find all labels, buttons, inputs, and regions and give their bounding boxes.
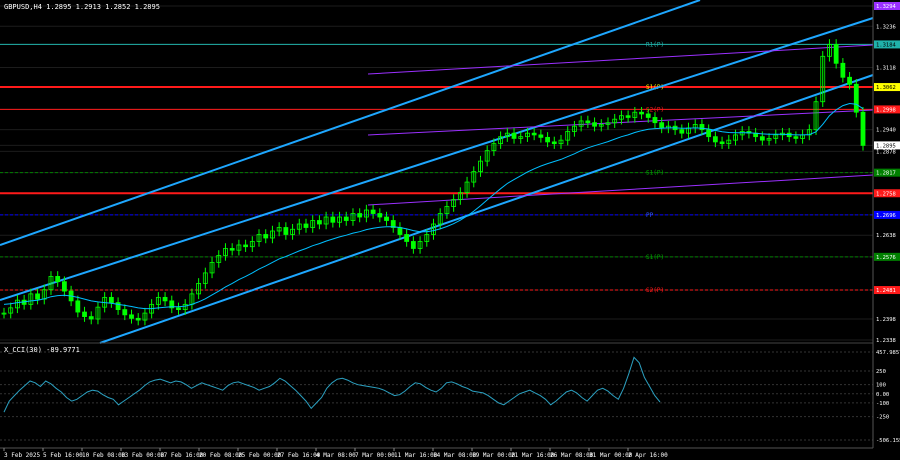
price-axis-label: 1.3118: [876, 65, 896, 71]
candle-down: [55, 276, 61, 283]
price-axis-tag-label: 1.2817: [876, 171, 896, 177]
candle-down: [61, 281, 67, 292]
price-level-label: S1(P): [646, 170, 664, 177]
candle-down: [659, 122, 665, 129]
candle-down: [176, 307, 181, 311]
candle-down: [35, 293, 40, 300]
candle-down: [793, 136, 799, 139]
candle-down: [840, 62, 846, 78]
time-axis-label: 7 Mar 00:00: [355, 452, 395, 459]
candle-down: [162, 296, 168, 302]
candle-down: [229, 248, 235, 251]
candle-down: [759, 136, 765, 141]
candle-down: [129, 314, 134, 319]
price-axis-tag-label: 1.2576: [876, 255, 896, 261]
candle-down: [551, 141, 557, 145]
candle-down: [833, 44, 839, 64]
cci-axis-label: 250: [876, 369, 886, 375]
candle-down: [384, 216, 389, 221]
time-axis-label: 19 Mar 00:00: [472, 452, 516, 459]
cci-axis-label: 0.00: [876, 392, 889, 398]
candle-down: [122, 309, 128, 316]
candle-down: [343, 216, 349, 221]
candle-down: [511, 132, 517, 139]
time-axis-label: 10 Feb 08:00: [82, 452, 126, 459]
candle-down: [639, 111, 644, 115]
time-axis-label: 5 Feb 16:00: [43, 452, 83, 459]
time-axis-label: 11 Mar 16:00: [394, 452, 438, 459]
candle-down: [652, 117, 658, 124]
candle-down: [679, 129, 685, 134]
time-axis-label: 27 Feb 16:00: [277, 452, 321, 459]
candle-down: [645, 113, 651, 118]
candle-down: [330, 216, 336, 223]
price-axis-tag-label: 1.2696: [876, 213, 896, 219]
candle-down: [531, 132, 537, 136]
candle-down: [719, 141, 725, 145]
time-axis-label: 2 Apr 16:00: [628, 452, 668, 459]
cci-axis-label: -506.1558: [876, 438, 900, 444]
time-axis-label: 17 Feb 16:00: [160, 452, 204, 459]
time-axis-label: 3 Feb 2025: [4, 452, 41, 459]
candle-down: [404, 234, 410, 242]
time-axis-label: 14 Mar 08:00: [433, 452, 477, 459]
price-axis-tag-label: 1.3184: [876, 42, 897, 48]
time-axis-label: 20 Feb 08:00: [199, 452, 243, 459]
candle-down: [88, 316, 94, 320]
price-level-label: S1(P): [646, 254, 664, 261]
price-axis-label: 1.2878: [876, 149, 896, 155]
time-axis-label: 26 Mar 08:00: [550, 452, 594, 459]
price-axis-tag-label: 1.3294: [876, 4, 897, 10]
candle-down: [243, 244, 248, 248]
candle-down: [82, 311, 87, 317]
candle-down: [545, 136, 550, 143]
time-axis-label: 13 Feb 00:00: [121, 452, 165, 459]
candle-down: [712, 136, 718, 143]
candle-down: [860, 111, 866, 146]
candle-down: [370, 209, 376, 214]
candle-down: [625, 115, 631, 118]
price-axis-label: 1.2338: [876, 338, 896, 344]
candle-down: [317, 220, 322, 225]
price-level-label: PP: [646, 212, 654, 219]
candle-down: [853, 83, 859, 113]
cci-axis-label: 457.9857: [876, 350, 900, 356]
candle-down: [75, 300, 81, 313]
price-level-label: R1(P): [646, 41, 664, 48]
price-axis-tag-label: 1.2758: [876, 191, 896, 197]
candle-down: [706, 129, 712, 138]
price-axis-tag-label: 1.3062: [876, 85, 896, 91]
time-axis-label: 25 Feb 00:00: [238, 452, 282, 459]
cci-header: X_CCI(30) -89.9771: [4, 346, 80, 354]
cci-axis-label: 100: [876, 383, 886, 389]
price-axis-label: 1.2638: [876, 233, 896, 239]
time-axis-label: 21 Mar 16:00: [511, 452, 555, 459]
time-axis-label: 31 Mar 00:00: [589, 452, 633, 459]
time-axis-label: 4 Mar 08:00: [316, 452, 356, 459]
candle-down: [538, 134, 544, 138]
cci-axis-label: -250: [876, 415, 889, 421]
price-axis-tag-label: 1.2481: [876, 288, 896, 294]
candle-down: [397, 227, 403, 235]
candle-down: [585, 120, 591, 124]
candle-down: [847, 76, 852, 85]
price-axis-label: 1.3236: [876, 24, 896, 30]
candle-down: [357, 213, 363, 218]
price-axis-label: 1.2398: [876, 317, 896, 323]
candle-down: [283, 227, 289, 235]
candle-down: [108, 296, 114, 304]
price-axis-label: 1.2940: [876, 128, 896, 134]
trading-chart: R1(P)S1(P)S2(P)S1(P)PPS1(P)S2(P) 1.32941…: [0, 0, 900, 460]
price-axis-tag-label: 1.2998: [876, 107, 896, 113]
symbol-header: GBPUSD,H4 1.2895 1.2913 1.2852 1.2895: [4, 3, 160, 11]
cci-axis-label: -100: [876, 401, 889, 407]
candle-down: [377, 213, 383, 218]
candle-down: [410, 241, 416, 249]
price-level-label: S2(P): [646, 287, 664, 294]
candle-down: [592, 122, 597, 127]
candle-down: [135, 317, 141, 321]
candle-down: [263, 234, 269, 239]
candle-down: [303, 223, 309, 228]
